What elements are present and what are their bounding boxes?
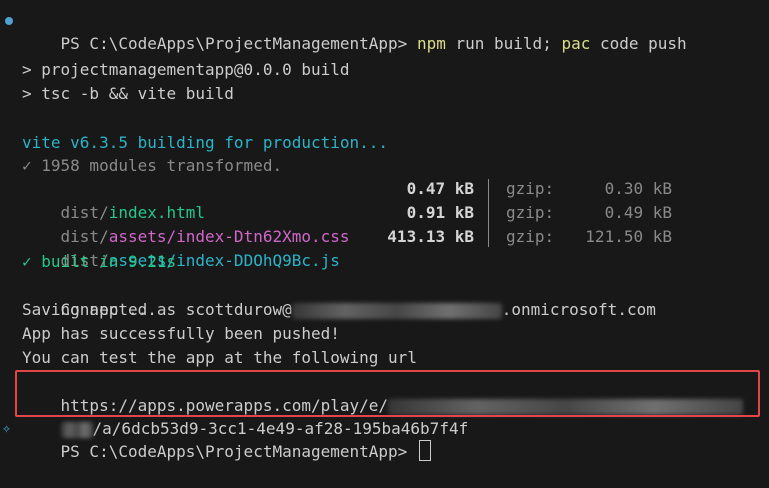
build-script-line: > projectmanagementapp@0.0.0 build <box>22 60 350 79</box>
success-line: App has successfully been pushed! <box>22 324 340 343</box>
test-hint-line: You can test the app at the following ur… <box>22 348 417 367</box>
sparkle-icon[interactable]: ✧ <box>2 416 20 440</box>
gzip-label: gzip: <box>506 179 555 198</box>
pac-args: code push <box>590 34 687 53</box>
final-prompt-line[interactable]: PS C:\CodeApps\ProjectManagementApp> <box>22 416 431 461</box>
connected-suffix: .onmicrosoft.com <box>501 300 656 319</box>
built-line: ✓ built in 9.21s <box>22 252 177 271</box>
prompt-path: PS C:\CodeApps\ProjectManagementApp> <box>60 442 417 461</box>
file-row: dist/assets/index-Dtn62Xmo.css <box>22 201 350 246</box>
pac-command: pac <box>561 34 591 53</box>
modules-transformed-line: ✓ 1958 modules transformed. <box>22 156 283 175</box>
circle-dot-icon <box>5 17 13 25</box>
url-highlight-box <box>15 370 760 417</box>
terminal-window[interactable]: PS C:\CodeApps\ProjectManagementApp> npm… <box>0 0 769 461</box>
gzip-label: gzip: <box>506 227 555 246</box>
redacted-tenant <box>291 302 502 319</box>
saving-line: Saving app ... <box>22 300 157 319</box>
file-size: 0.91 kB <box>406 203 474 222</box>
column-separator <box>488 179 489 247</box>
gzip-size: 0.30 kB <box>604 179 672 198</box>
npm-command: npm <box>416 34 446 53</box>
tsc-line: > tsc -b && vite build <box>22 84 234 103</box>
file-row: dist/assets/index-DDOhQ9Bc.js <box>22 225 340 270</box>
gzip-size: 0.49 kB <box>604 203 672 222</box>
npm-args: run build; <box>445 34 562 53</box>
text-cursor <box>418 440 431 461</box>
gzip-label: gzip: <box>506 203 555 222</box>
gzip-size: 121.50 kB <box>585 227 672 246</box>
prompt-path: PS C:\CodeApps\ProjectManagementApp> <box>60 34 417 53</box>
file-row: dist/index.html <box>22 177 206 222</box>
file-size: 0.47 kB <box>406 179 474 198</box>
file-size: 413.13 kB <box>387 227 474 246</box>
connected-line: Connected as scottdurow@ .onmicrosoft.com <box>22 274 656 319</box>
command-line: PS C:\CodeApps\ProjectManagementApp> npm… <box>22 8 687 53</box>
vite-building-line: vite v6.3.5 building for production... <box>22 133 389 152</box>
